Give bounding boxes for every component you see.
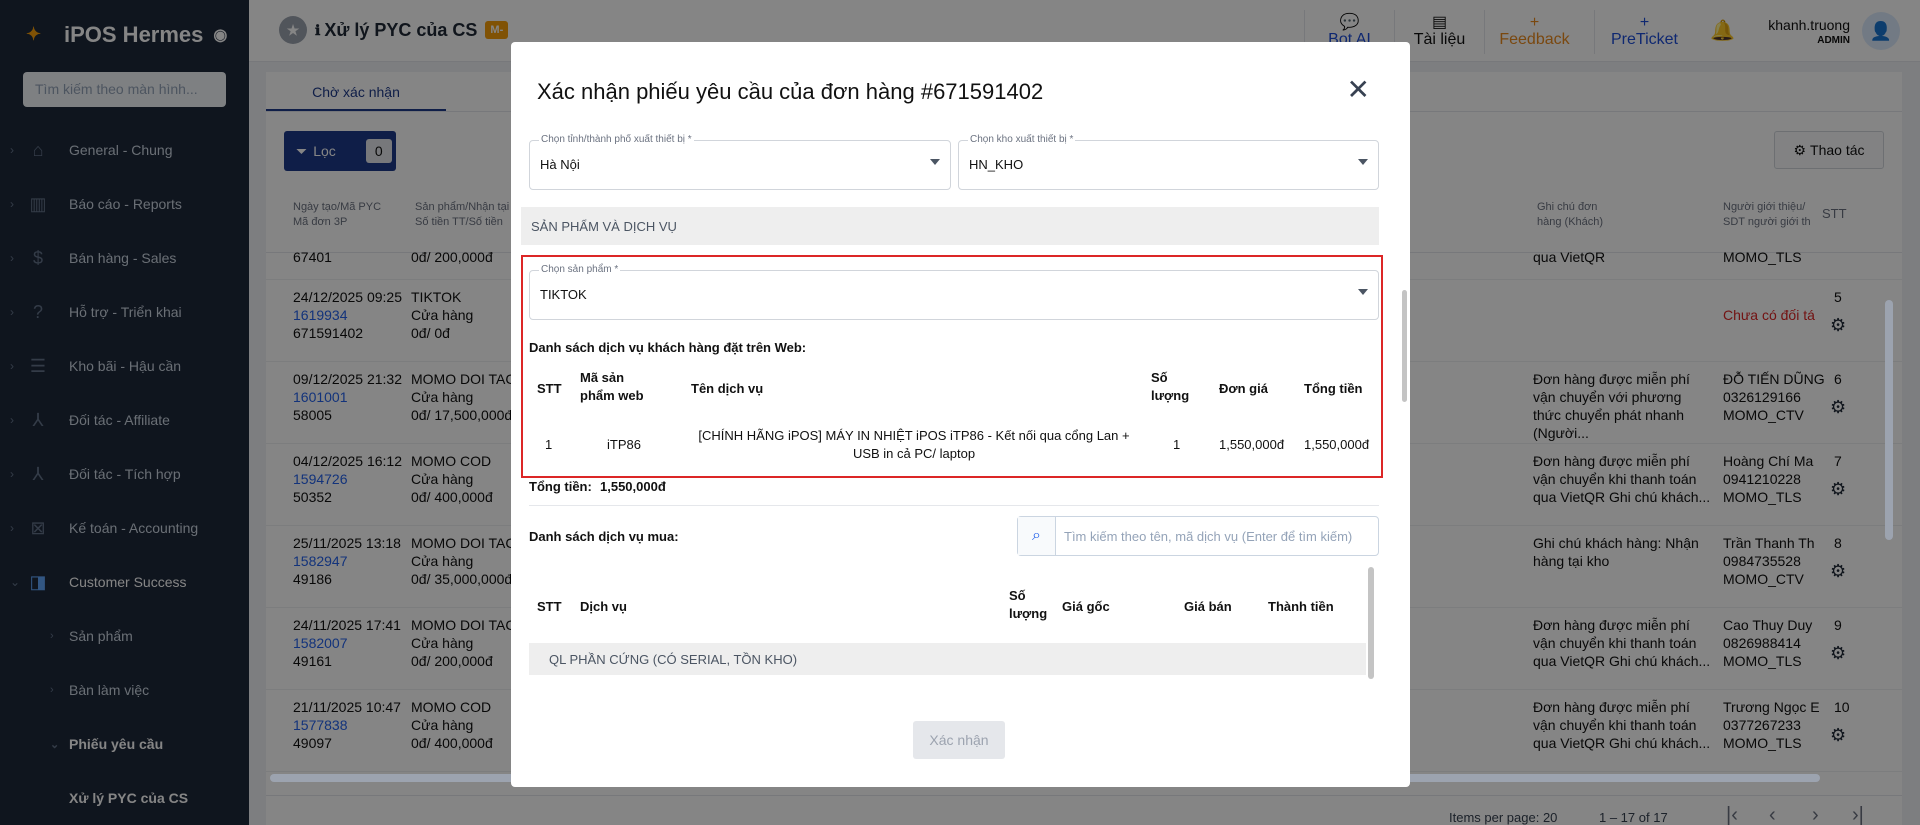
service-list-scrollbar[interactable]: [1368, 567, 1374, 679]
total-label: Tổng tiền:: [529, 479, 592, 494]
warehouse-select[interactable]: Chọn kho xuất thiết bị * HN_KHO: [958, 134, 1379, 190]
web-header-price: Đơn giá: [1219, 381, 1268, 396]
buy-header-stt: STT: [537, 599, 562, 614]
warehouse-label: Chọn kho xuất thiết bị *: [968, 134, 1076, 145]
buy-header-qty: Số lượng: [1009, 588, 1048, 621]
service-group-row[interactable]: QL PHẦN CỨNG (CÓ SERIAL, TỒN KHO): [529, 643, 1366, 675]
divider: [529, 505, 1379, 506]
product-label: Chọn sản phẩm *: [539, 264, 621, 275]
dropdown-caret-icon: [1358, 289, 1368, 295]
service-search-placeholder: Tìm kiếm theo tên, mã dịch vụ (Enter để …: [1064, 529, 1353, 544]
web-row-total: 1,550,000đ: [1304, 437, 1370, 452]
buy-list-title: Danh sách dịch vụ mua:: [529, 529, 679, 544]
search-icon[interactable]: ⌕: [1018, 517, 1056, 555]
confirm-request-modal: Xác nhận phiếu yêu cầu của đơn hàng #671…: [511, 42, 1410, 787]
web-header-stt: STT: [537, 381, 562, 396]
buy-header-service: Dịch vụ: [580, 599, 627, 614]
web-row-qty: 1: [1173, 437, 1181, 452]
close-icon[interactable]: ✕: [1347, 76, 1370, 104]
buy-header-base: Giá gốc: [1062, 599, 1110, 614]
province-value: Hà Nội: [540, 157, 580, 172]
web-header-name: Tên dịch vụ: [691, 381, 764, 396]
dropdown-caret-icon: [1358, 159, 1368, 165]
web-row-name: [CHÍNH HÃNG iPOS] MÁY IN NHIỆT iPOS iTP8…: [698, 428, 1130, 461]
modal-title: Xác nhận phiếu yêu cầu của đơn hàng #671…: [537, 79, 1044, 104]
product-select[interactable]: Chọn sản phẩm * TIKTOK: [529, 264, 1379, 320]
web-row-price: 1,550,000đ: [1219, 437, 1285, 452]
web-header-code: Mã sản phẩm web: [580, 370, 644, 403]
province-label: Chọn tỉnh/thành phố xuất thiết bị *: [539, 134, 694, 145]
warehouse-value: HN_KHO: [969, 157, 1024, 172]
confirm-button[interactable]: Xác nhận: [913, 721, 1005, 759]
web-header-total: Tổng tiền: [1304, 381, 1363, 396]
web-list-title: Danh sách dịch vụ khách hàng đặt trên We…: [529, 340, 807, 355]
section-products-services: SẢN PHẨM VÀ DỊCH VỤ: [521, 207, 1379, 245]
buy-header-sale: Giá bán: [1184, 599, 1232, 614]
web-row-stt: 1: [545, 437, 553, 452]
total-value: 1,550,000đ: [600, 479, 666, 494]
modal-scrollbar[interactable]: [1402, 290, 1407, 402]
product-value: TIKTOK: [540, 287, 587, 302]
web-row-code: iTP86: [607, 437, 641, 452]
page-scrollbar[interactable]: [1885, 300, 1893, 540]
service-search-input[interactable]: ⌕ Tìm kiếm theo tên, mã dịch vụ (Enter đ…: [1017, 516, 1379, 556]
dropdown-caret-icon: [930, 159, 940, 165]
province-select[interactable]: Chọn tỉnh/thành phố xuất thiết bị * Hà N…: [529, 134, 951, 190]
web-header-qty: Số lượng: [1151, 370, 1190, 403]
buy-header-amount: Thành tiền: [1268, 599, 1334, 614]
